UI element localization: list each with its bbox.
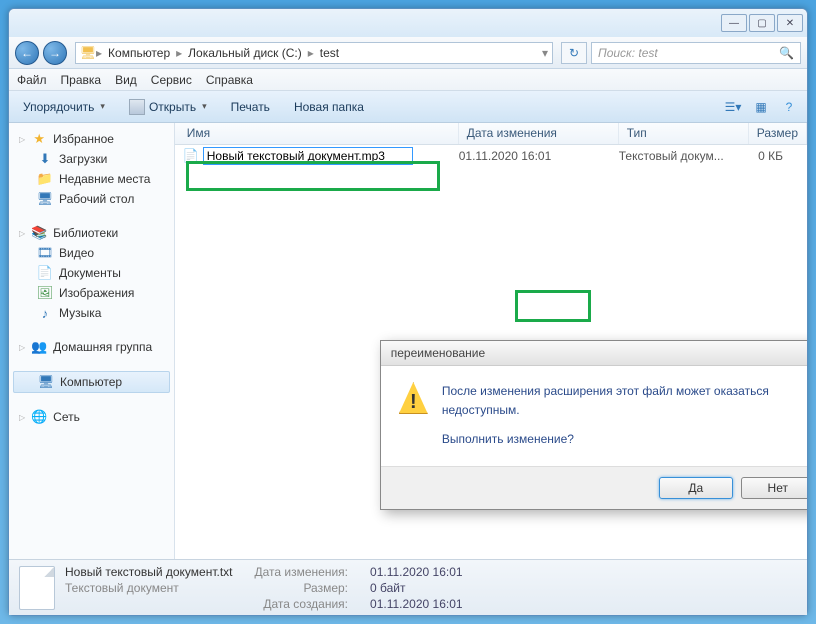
pictures-icon: 🖼 — [37, 285, 53, 301]
network-icon: 🌐 — [31, 409, 47, 425]
notepad-icon — [129, 99, 145, 115]
computer-icon: 🖥 — [38, 374, 54, 390]
file-row[interactable]: 📄 01.11.2020 16:01 Текстовый докум... 0 … — [175, 145, 807, 167]
newfolder-button[interactable]: Новая папка — [288, 98, 370, 116]
details-file-icon — [19, 566, 55, 610]
details-created-value: 01.11.2020 16:01 — [370, 597, 463, 611]
file-list[interactable]: 📄 01.11.2020 16:01 Текстовый докум... 0 … — [175, 145, 807, 559]
warning-icon: ! — [399, 382, 428, 414]
sidebar-network[interactable]: 🌐Сеть — [9, 407, 174, 427]
menu-view[interactable]: Вид — [115, 73, 137, 87]
details-created-label: Дата создания: — [255, 597, 349, 611]
sidebar: ★Избранное ⬇Загрузки 📁Недавние места 🖥Ра… — [9, 123, 175, 559]
textfile-icon: 📄 — [183, 148, 199, 164]
star-icon: ★ — [31, 131, 47, 147]
dialog-text-1: После изменения расширения этот файл мож… — [442, 382, 807, 420]
sidebar-item-computer[interactable]: 🖥Компьютер — [13, 371, 170, 393]
file-type: Текстовый докум... — [619, 149, 749, 163]
documents-icon: 📄 — [37, 265, 53, 281]
search-icon: 🔍 — [779, 46, 794, 60]
minimize-button[interactable]: — — [721, 14, 747, 32]
sidebar-item-desktop[interactable]: 🖥Рабочий стол — [9, 189, 174, 209]
col-type[interactable]: Тип — [619, 123, 749, 144]
organize-button[interactable]: Упорядочить — [17, 98, 111, 116]
sidebar-item-video[interactable]: 🎞Видео — [9, 243, 174, 263]
explorer-window: — ▢ ✕ ← → 🖥 ▸ Компьютер ▸ Локальный диск… — [8, 8, 808, 616]
sidebar-homegroup[interactable]: 👥Домашняя группа — [9, 337, 174, 357]
breadcrumb-folder[interactable]: test — [314, 46, 345, 60]
file-date: 01.11.2020 16:01 — [459, 149, 619, 163]
no-button[interactable]: Нет — [741, 477, 807, 499]
dialog-title: переименование — [381, 341, 807, 366]
navbar: ← → 🖥 ▸ Компьютер ▸ Локальный диск (C:) … — [9, 37, 807, 69]
content: ★Избранное ⬇Загрузки 📁Недавние места 🖥Ра… — [9, 123, 807, 559]
menu-edit[interactable]: Правка — [61, 73, 102, 87]
toolbar: Упорядочить Открыть Печать Новая папка ☰… — [9, 91, 807, 123]
sidebar-item-downloads[interactable]: ⬇Загрузки — [9, 149, 174, 169]
col-name[interactable]: Имя — [179, 123, 459, 144]
open-button[interactable]: Открыть — [123, 97, 213, 117]
preview-pane-icon[interactable]: ▦ — [751, 97, 771, 117]
forward-button[interactable]: → — [43, 41, 67, 65]
details-mod-label: Дата изменения: — [255, 565, 349, 579]
search-input[interactable]: Поиск: test 🔍 — [591, 42, 801, 64]
sidebar-item-documents[interactable]: 📄Документы — [9, 263, 174, 283]
dialog-text-2: Выполнить изменение? — [442, 430, 807, 449]
print-button[interactable]: Печать — [225, 98, 276, 116]
file-size: 0 КБ — [749, 149, 807, 163]
yes-button[interactable]: Да — [659, 477, 733, 499]
homegroup-icon: 👥 — [31, 339, 47, 355]
download-icon: ⬇ — [37, 151, 53, 167]
col-size[interactable]: Размер — [749, 123, 807, 144]
details-size-value: 0 байт — [370, 581, 463, 595]
computer-icon: 🖥 — [80, 45, 96, 61]
file-pane: Имя Дата изменения Тип Размер 📄 01.11.20… — [175, 123, 807, 559]
sidebar-item-pictures[interactable]: 🖼Изображения — [9, 283, 174, 303]
library-icon: 📚 — [31, 225, 47, 241]
refresh-button[interactable]: ↻ — [561, 42, 587, 64]
col-date[interactable]: Дата изменения — [459, 123, 619, 144]
breadcrumb-disk[interactable]: Локальный диск (C:) — [182, 46, 308, 60]
close-button[interactable]: ✕ — [777, 14, 803, 32]
view-options-icon[interactable]: ☰▾ — [723, 97, 743, 117]
video-icon: 🎞 — [37, 245, 53, 261]
details-size-label: Размер: — [255, 581, 349, 595]
titlebar: — ▢ ✕ — [9, 9, 807, 37]
back-button[interactable]: ← — [15, 41, 39, 65]
rename-dialog: переименование ! После изменения расшире… — [380, 340, 807, 510]
details-pane: Новый текстовый документ.txt Дата измене… — [9, 559, 807, 615]
menubar: Файл Правка Вид Сервис Справка — [9, 69, 807, 91]
sidebar-libraries[interactable]: 📚Библиотеки — [9, 223, 174, 243]
breadcrumb[interactable]: 🖥 ▸ Компьютер ▸ Локальный диск (C:) ▸ te… — [75, 42, 553, 64]
sidebar-favorites[interactable]: ★Избранное — [9, 129, 174, 149]
breadcrumb-computer[interactable]: Компьютер — [102, 46, 176, 60]
details-filename: Новый текстовый документ.txt — [65, 565, 233, 579]
maximize-button[interactable]: ▢ — [749, 14, 775, 32]
search-placeholder: Поиск: test — [598, 46, 658, 60]
sidebar-item-recent[interactable]: 📁Недавние места — [9, 169, 174, 189]
rename-input[interactable] — [203, 147, 413, 165]
help-icon[interactable]: ? — [779, 97, 799, 117]
desktop-icon: 🖥 — [37, 191, 53, 207]
menu-help[interactable]: Справка — [206, 73, 253, 87]
details-mod-value: 01.11.2020 16:01 — [370, 565, 463, 579]
column-headers: Имя Дата изменения Тип Размер — [175, 123, 807, 145]
recent-icon: 📁 — [37, 171, 53, 187]
menu-tools[interactable]: Сервис — [151, 73, 192, 87]
sidebar-item-music[interactable]: ♪Музыка — [9, 303, 174, 323]
details-filetype: Текстовый документ — [65, 581, 233, 595]
music-icon: ♪ — [37, 305, 53, 321]
menu-file[interactable]: Файл — [17, 73, 47, 87]
